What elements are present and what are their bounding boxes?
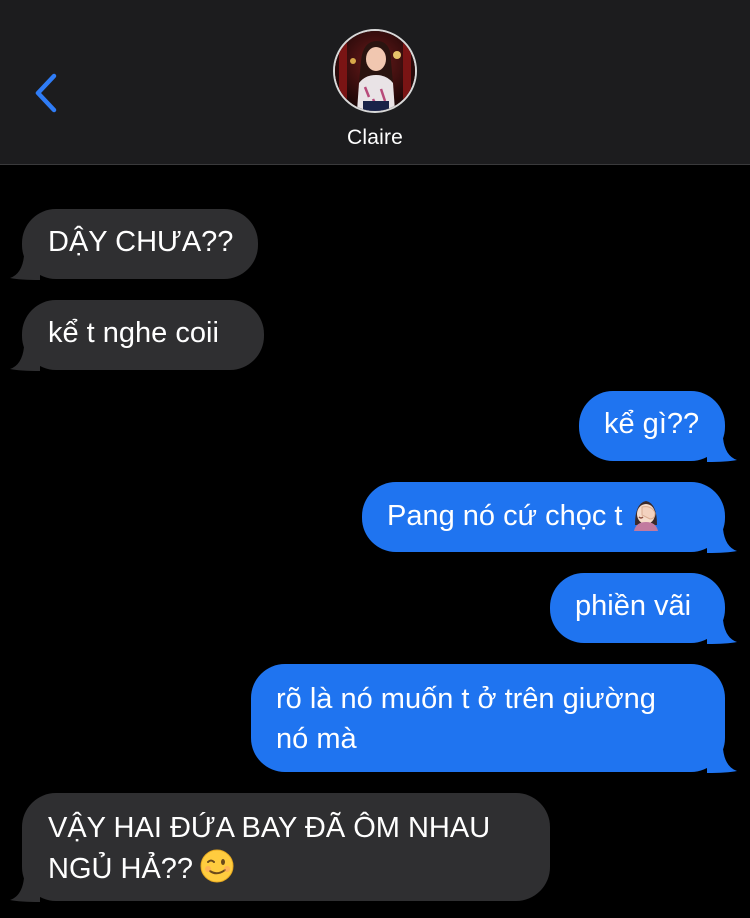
- message-text-row: Pang nó cứ chọc t: [387, 495, 664, 536]
- bubble-tail-icon: [707, 749, 737, 773]
- bubble-tail-icon: [707, 529, 737, 553]
- message-text: DẬY CHƯA??: [48, 226, 234, 258]
- bubble-tail-icon: [10, 256, 40, 280]
- bubble-tail-icon: [10, 878, 40, 902]
- messages-screen: Claire DẬY CHƯA?? kể t nghe coii kể gì??…: [0, 0, 750, 918]
- contact-avatar-photo: [335, 31, 415, 111]
- outgoing-message[interactable]: phiền vãi: [550, 573, 737, 644]
- contact-name[interactable]: Claire: [0, 126, 750, 150]
- bubble-tail-icon: [707, 438, 737, 462]
- bubble-tail-icon: [707, 620, 737, 644]
- outgoing-message[interactable]: kể gì??: [579, 391, 737, 462]
- message-line: NGỦ HẢ??: [48, 853, 194, 885]
- incoming-message[interactable]: kể t nghe coii: [10, 300, 264, 371]
- incoming-message[interactable]: VẬY HAI ĐỨA BAY ĐÃ ÔM NHAU NGỦ HẢ??: [10, 793, 550, 902]
- message-text: kể gì??: [604, 408, 700, 440]
- message-text: Pang nó cứ chọc t: [387, 500, 623, 532]
- bubble-tail-icon: [10, 347, 40, 371]
- chevron-left-icon: [35, 73, 57, 113]
- message-line-row: NGỦ HẢ??: [48, 848, 490, 889]
- incoming-message[interactable]: DẬY CHƯA??: [10, 209, 258, 280]
- woman-facepalming-emoji: [634, 501, 659, 531]
- avatar[interactable]: [333, 29, 417, 113]
- message-text-block: VẬY HAI ĐỨA BAY ĐÃ ÔM NHAU NGỦ HẢ??: [48, 808, 490, 889]
- outgoing-message[interactable]: rõ là nó muốn t ở trên giường nó mà: [251, 664, 737, 773]
- conversation-header: Claire: [0, 0, 750, 165]
- outgoing-message[interactable]: Pang nó cứ chọc t: [362, 482, 737, 553]
- message-line: rõ là nó muốn t ở trên giường: [276, 683, 656, 715]
- message-line: nó mà: [276, 723, 357, 755]
- message-line: VẬY HAI ĐỨA BAY ĐÃ ÔM NHAU: [48, 812, 491, 844]
- winking-face-emoji: [200, 849, 234, 883]
- back-button[interactable]: [26, 68, 70, 118]
- message-text: kể t nghe coii: [48, 317, 219, 349]
- message-text: phiền vãi: [575, 590, 692, 622]
- message-text-block: rõ là nó muốn t ở trên giường nó mà: [276, 679, 656, 759]
